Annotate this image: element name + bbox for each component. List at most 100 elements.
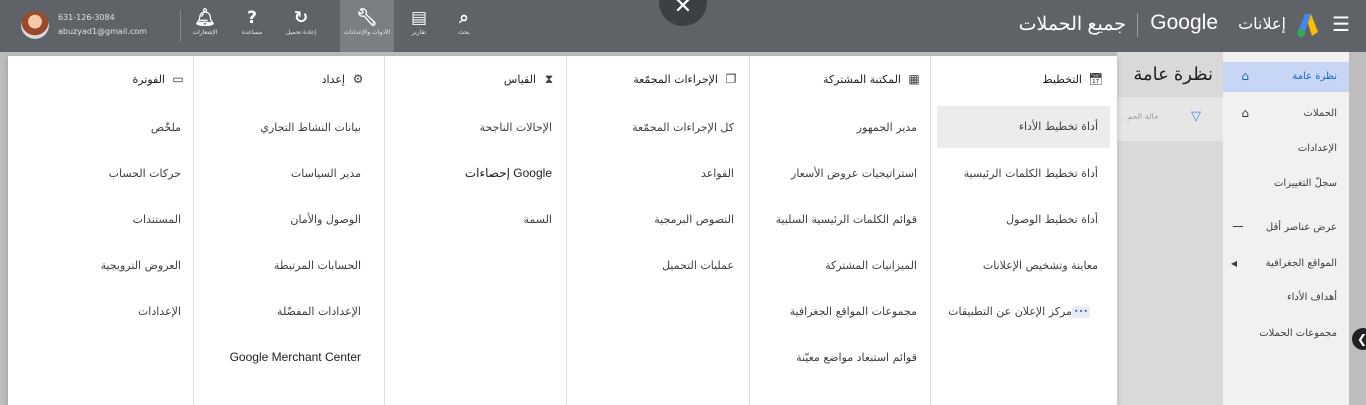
caret-left-icon: ◀	[1230, 259, 1237, 268]
menu-item-keyword-planner[interactable]: أداة تخطيط الكلمات الرئيسية	[964, 167, 1098, 180]
heading-text: إعداد	[321, 73, 345, 86]
tools-menu: التخطيط 📅︎ أداة تخطيط الأداء أداة تخطيط ا…	[8, 56, 1117, 405]
calendar-icon: 📅︎	[1088, 72, 1104, 86]
heading-text: القياس	[503, 73, 536, 86]
menu-item-policy-manager[interactable]: مدير السياسات	[291, 167, 361, 180]
menu-column-planning: التخطيط 📅︎ أداة تخطيط الأداء أداة تخطيط ا…	[930, 56, 1110, 405]
menu-item-business-data[interactable]: بيانات النشاط التجاري	[260, 121, 361, 134]
menu-item-preferences[interactable]: الإعدادات المفضّلة	[277, 305, 361, 318]
menu-item-negative-keyword-lists[interactable]: قوائم الكلمات الرئيسية السلبية	[776, 213, 917, 226]
menu-item-label: مركز الإعلان عن التطبيقات	[948, 305, 1072, 318]
google-ads-logo-icon[interactable]	[1296, 12, 1324, 38]
account-phone: 631-126-3084	[58, 13, 115, 22]
menu-item-performance-planner[interactable]: أداة تخطيط الأداء	[937, 106, 1110, 148]
menu-item-google-analytics[interactable]: إحصاءات Google	[465, 166, 552, 180]
search-label: بحث	[458, 29, 470, 36]
help-button[interactable]: ? مساعدة	[229, 7, 275, 51]
column-heading: القياس ⧗	[504, 72, 556, 87]
wrench-icon: 🔧︎	[356, 8, 378, 28]
refresh-label: إعادة تحميل	[285, 29, 317, 36]
menu-item-documents[interactable]: المستندات	[133, 213, 181, 226]
menu-item-bid-strategies[interactable]: استراتيجيات عروض الأسعار	[791, 167, 917, 180]
menu-item-placement-exclusions[interactable]: قوائم استبعاد مواضع معيّنة	[796, 351, 917, 364]
sidebar-item-overview[interactable]: ⌂ نظرة عامة	[1223, 62, 1349, 92]
heading-text: الإجراءات المجمّعة	[633, 73, 718, 86]
sidebar-item-performance-goals[interactable]: أهداف الأداء	[1287, 292, 1337, 303]
filter-bar[interactable]: حالة الحم ▽	[1117, 97, 1223, 141]
menu-item-label: أداة تخطيط الأداء	[1018, 120, 1098, 133]
reports-button[interactable]: ▤ تقارير	[396, 7, 442, 51]
show-fewer-button[interactable]: عرض عناصر أقل	[1266, 222, 1337, 233]
search-button[interactable]: ⌕ بحث	[441, 7, 487, 51]
right-edge	[1349, 52, 1366, 405]
menu-item-app-advertising-hub[interactable]: مركز الإعلان عن التطبيقات •••	[948, 305, 1098, 318]
heading-text: المكتبة المشتركة	[823, 73, 901, 86]
refresh-icon: ↻	[293, 8, 309, 28]
menu-item-promotions[interactable]: العروض الترويجية	[101, 259, 181, 272]
notifications-button[interactable]: 🔔︎ الإشعارات	[182, 7, 228, 51]
tools-label: الأدوات والإعدادات	[343, 29, 391, 36]
menu-column-shared-library: المكتبة المشتركة ▦ مدير الجمهور استراتيجي…	[749, 56, 929, 405]
sidebar-item-campaign-groups[interactable]: مجموعات الحملات	[1259, 328, 1337, 339]
menu-item-transactions[interactable]: حركات الحساب	[109, 167, 181, 180]
menu-column-measurement: القياس ⧗ الإحالات الناجحة إحصاءات Google …	[384, 56, 564, 405]
new-badge-icon: •••	[1072, 306, 1090, 318]
avatar[interactable]	[21, 11, 49, 39]
toolbar-divider	[180, 10, 181, 42]
menu-item-location-groups[interactable]: مجموعات المواقع الجغرافية	[790, 305, 917, 318]
menu-item-summary[interactable]: ملخّص	[151, 121, 181, 134]
menu-column-bulk-actions: الإجراءات المجمّعة ❐ كل الإجراءات المجمّع…	[566, 56, 746, 405]
tools-settings-button[interactable]: 🔧︎ الأدوات والإعدادات	[340, 0, 394, 52]
menu-column-billing: الفوترة ▭ ملخّص حركات الحساب المستندات ال…	[8, 56, 193, 405]
account-email: abuzyad1@gmail.com	[58, 27, 147, 36]
menu-item-merchant-center[interactable]: Google Merchant Center	[230, 350, 361, 364]
menu-item-uploads[interactable]: عمليات التحميل	[662, 259, 734, 272]
reports-label: تقارير	[411, 29, 427, 36]
reports-icon: ▤	[410, 8, 428, 28]
heading-text: التخطيط	[1042, 73, 1082, 86]
settings-icon: ⚙	[352, 72, 364, 86]
sidebar-item-settings[interactable]: الإعدادات	[1298, 143, 1337, 154]
column-heading: الإجراءات المجمّعة ❐	[633, 72, 738, 86]
menu-column-setup: إعداد ⚙ بيانات النشاط التجاري مدير السياس…	[193, 56, 373, 405]
menu-icon[interactable]: ☰	[1332, 12, 1350, 36]
menu-item-rules[interactable]: القواعد	[701, 167, 734, 180]
sidebar-item-label: الحملات	[1303, 108, 1337, 119]
brand-google: Google	[1150, 11, 1218, 34]
menu-item-access-security[interactable]: الوصول والأمان	[290, 213, 361, 226]
filter-placeholder: حالة الحم	[1127, 112, 1159, 121]
heading-text: الفوترة	[132, 73, 165, 86]
notifications-label: الإشعارات	[192, 29, 218, 36]
menu-item-scripts[interactable]: النصوص البرمجية	[654, 213, 734, 226]
menu-item-attribution[interactable]: السمة	[524, 213, 552, 226]
column-heading: إعداد ⚙	[322, 72, 365, 86]
home-icon: ⌂	[1241, 69, 1249, 83]
menu-item-conversions[interactable]: الإحالات الناجحة	[480, 121, 552, 134]
account-switcher[interactable]: 631-126-3084 abuzyad1@gmail.com	[18, 8, 173, 44]
menu-item-all-bulk-actions[interactable]: كل الإجراءات المجمّعة	[632, 121, 734, 134]
menu-item-ad-preview[interactable]: معاينة وتشخيص الإعلانات	[983, 259, 1098, 272]
collapse-rule	[1233, 226, 1243, 227]
copy-icon: ❐	[725, 72, 737, 86]
menu-item-linked-accounts[interactable]: الحسابات المرتبطة	[274, 259, 361, 272]
sidebar-item-label: المواقع الجغرافية	[1265, 258, 1337, 269]
content-heading: نظرة عامة	[1133, 64, 1213, 84]
menu-item-reach-planner[interactable]: أداة تخطيط الوصول	[1006, 213, 1098, 226]
sidebar-item-change-history[interactable]: سجلّ التغييرات	[1274, 178, 1337, 189]
sidebar-item-label: نظرة عامة	[1292, 71, 1337, 82]
menu-item-billing-settings[interactable]: الإعدادات	[138, 305, 181, 318]
filter-icon[interactable]: ▽	[1191, 109, 1201, 124]
bell-icon: 🔔︎	[194, 8, 216, 28]
menu-item-audience-manager[interactable]: مدير الجمهور	[857, 121, 917, 134]
card-icon: ▭	[172, 72, 184, 86]
page-title: جميع الحملات	[1018, 14, 1126, 35]
main-content: نظرة عامة حالة الحم ▽	[1117, 52, 1223, 405]
search-icon: ⌕	[459, 8, 469, 28]
column-heading: الفوترة ▭	[132, 72, 185, 86]
brand-divider	[1137, 13, 1138, 37]
help-label: مساعدة	[241, 29, 263, 36]
refresh-button[interactable]: ↻ إعادة تحميل	[278, 7, 324, 51]
column-heading: التخطيط 📅︎	[1042, 72, 1104, 86]
brand-ads: إعلانات	[1238, 14, 1286, 33]
menu-item-shared-budgets[interactable]: الميزانيات المشتركة	[825, 259, 917, 272]
